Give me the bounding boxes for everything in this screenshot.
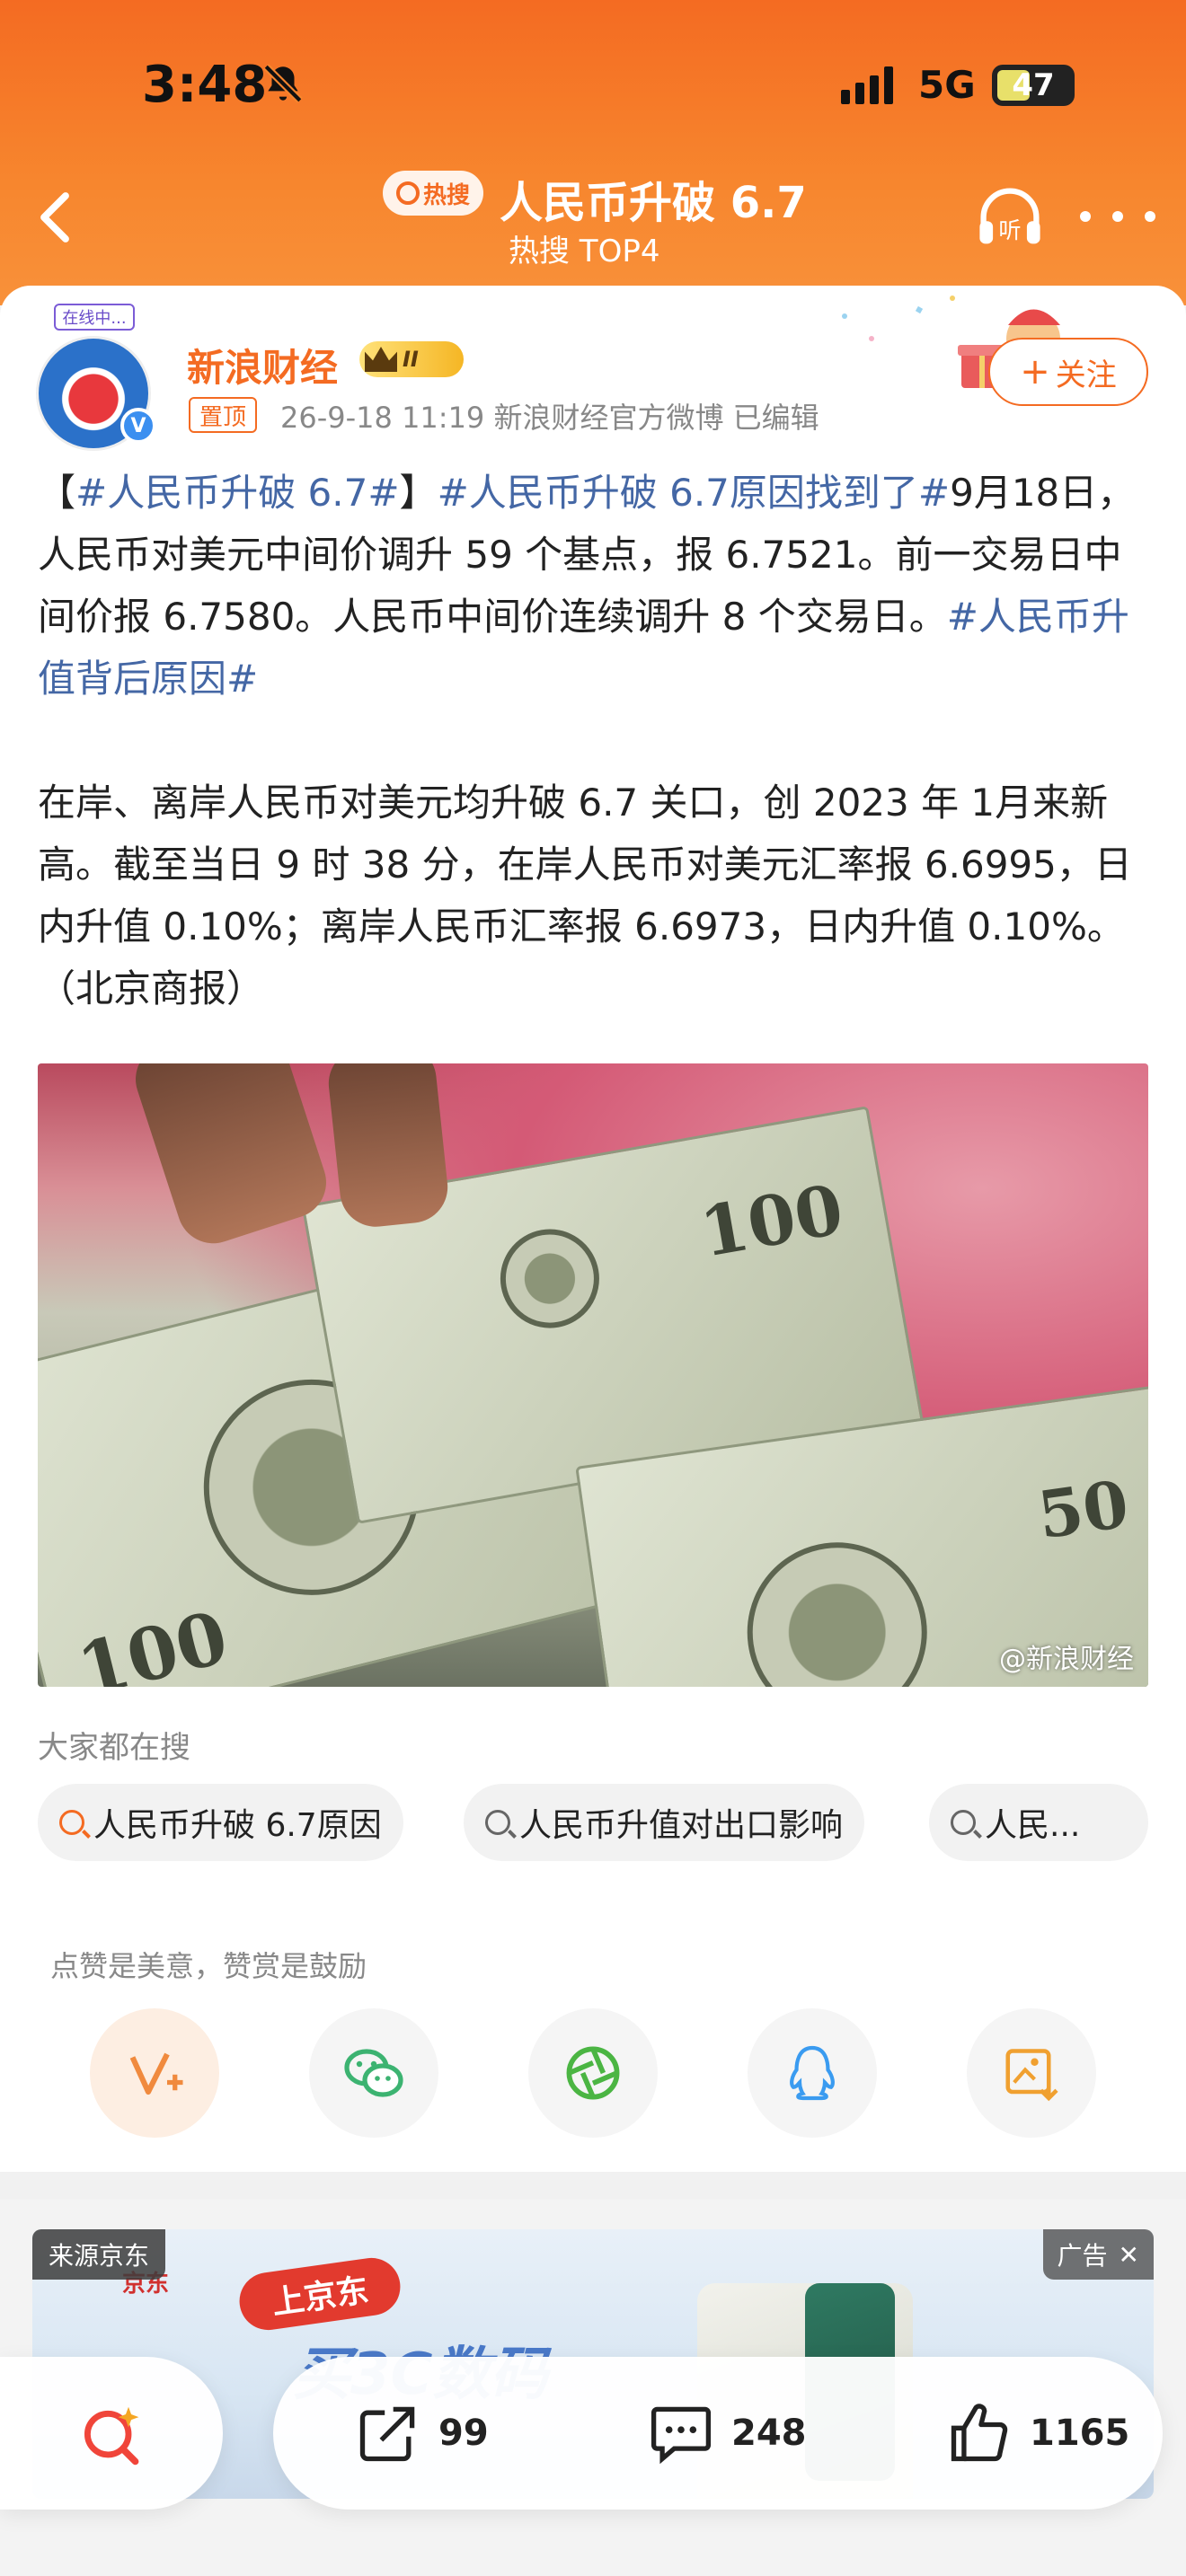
follow-button[interactable]: + 关注 [988, 338, 1148, 406]
hand-image [324, 1063, 452, 1231]
share-action[interactable]: 99 [354, 2357, 489, 2510]
page-title: 人民币升破 6.7 [500, 178, 807, 228]
close-icon[interactable]: ✕ [1119, 2240, 1139, 2270]
share-count: 99 [438, 2413, 489, 2454]
like-action[interactable]: 1165 [945, 2357, 1129, 2510]
comment-action[interactable]: 248 [647, 2357, 807, 2510]
qq-icon [790, 2045, 835, 2101]
status-time: 3:48 [142, 56, 268, 114]
ai-search-icon [84, 2406, 139, 2466]
trending-searches: 人民币升破 6.7原因 人民币升值对出口影响 人民... [38, 1784, 1148, 1865]
bracket-open: 【 [38, 471, 76, 515]
comment-count: 248 [731, 2413, 807, 2454]
share-wechat-button[interactable] [309, 2008, 438, 2138]
comment-icon [651, 2406, 712, 2465]
ad-source-label: 来源京东 [32, 2229, 166, 2280]
reward-button[interactable] [90, 2008, 219, 2138]
reward-icon [129, 2052, 183, 2095]
follow-label: 关注 [1055, 357, 1117, 393]
battery-level: 47 [1012, 67, 1055, 103]
reward-share-row [90, 2008, 1096, 2139]
search-chip[interactable]: 人民币升破 6.7原因 [38, 1784, 403, 1861]
signal-icon [841, 66, 893, 104]
search-chip[interactable]: 人民币升值对出口影响 [464, 1784, 865, 1861]
battery-indicator: 47 [992, 65, 1075, 106]
listen-icon[interactable]: 听 [972, 180, 1048, 255]
bottom-action-bar: 99 248 1165 [0, 2335, 1186, 2576]
wechat-icon [344, 2049, 403, 2097]
post-meta: 26-9-18 11:19 新浪财经官方微博 已编辑 [280, 401, 819, 435]
post-paragraph-2: 在岸、离岸人民币对美元均升破 6.7 关口，创 2023 年 1月来新高。截至当… [38, 781, 1132, 1010]
author-name[interactable]: 新浪财经 [187, 338, 338, 393]
share-icon [359, 2406, 415, 2462]
share-moments-button[interactable] [528, 2008, 658, 2138]
image-watermark: @新浪财经 [999, 1644, 1134, 1675]
search-button[interactable] [0, 2357, 223, 2510]
hot-search-icon [59, 1810, 84, 1835]
search-icon [485, 1810, 510, 1835]
chip-label: 人民币升值对出口影响 [519, 1807, 844, 1844]
thumbs-up-icon [951, 2404, 1008, 2462]
reward-prompt: 点赞是美意，赞赏是鼓励 [50, 1949, 367, 1983]
chip-label: 人民币升破 6.7原因 [93, 1807, 382, 1844]
header: 3:48 5G 47 热搜 人民币升破 6.7 热搜 TOP4 听 [0, 0, 1186, 305]
page-subtitle: 热搜 TOP4 [509, 234, 660, 269]
action-pill: 99 248 1165 [273, 2357, 1163, 2510]
verified-icon: V [120, 408, 156, 444]
post-image[interactable]: 100 100 100 50 @新浪财经 [38, 1063, 1148, 1687]
share-qq-button[interactable] [748, 2008, 877, 2138]
back-icon[interactable] [25, 185, 90, 250]
hot-badge-label: 热搜 [422, 181, 470, 209]
ad-cta-button[interactable]: 上京东 [235, 2254, 404, 2334]
ad-tag-label: 广告 [1057, 2241, 1108, 2271]
svg-text:听: 听 [998, 217, 1021, 243]
vip-badge: II [359, 341, 464, 377]
bracket-close: 】 [399, 471, 438, 515]
search-chip[interactable]: 人民... [929, 1784, 1148, 1861]
pinned-tag: 置顶 [189, 397, 258, 433]
post-card: 在线中... V 新浪财经 II 置顶 26-9-18 11:19 新浪财经官方… [0, 286, 1186, 2172]
search-icon [951, 1810, 976, 1835]
status-bar: 3:48 5G 47 [0, 0, 1186, 171]
save-image-button[interactable] [967, 2008, 1096, 2138]
plus-icon: + [1020, 351, 1050, 393]
search-icon [395, 181, 420, 205]
section-divider [0, 2172, 1186, 2199]
nav-bar: 热搜 人民币升破 6.7 热搜 TOP4 听 [0, 162, 1186, 278]
ad-tag[interactable]: 广告 ✕ [1042, 2229, 1154, 2280]
save-image-icon [1005, 2049, 1058, 2102]
live-badge: 在线中... [54, 304, 135, 331]
network-label: 5G [918, 63, 976, 107]
vip-level: II [403, 347, 419, 372]
topic-link-1[interactable]: #人民币升破 6.7# [75, 471, 400, 515]
trending-searches-title: 大家都在搜 [38, 1730, 190, 1766]
like-count: 1165 [1030, 2413, 1130, 2454]
post-paragraph-1: 【#人民币升破 6.7#】#人民币升破 6.7原因找到了#9月18日，人民币对美… [38, 462, 1152, 710]
bell-off-icon [263, 64, 303, 103]
chip-label: 人民... [985, 1807, 1081, 1844]
post-body: 【#人民币升破 6.7#】#人民币升破 6.7原因找到了#9月18日，人民币对美… [38, 462, 1152, 1019]
topic-link-2[interactable]: #人民币升破 6.7原因找到了# [438, 471, 951, 515]
hot-search-badge: 热搜 [383, 171, 483, 216]
more-options-icon[interactable] [1080, 194, 1155, 239]
moments-icon [566, 2046, 620, 2100]
crown-icon [365, 347, 397, 372]
